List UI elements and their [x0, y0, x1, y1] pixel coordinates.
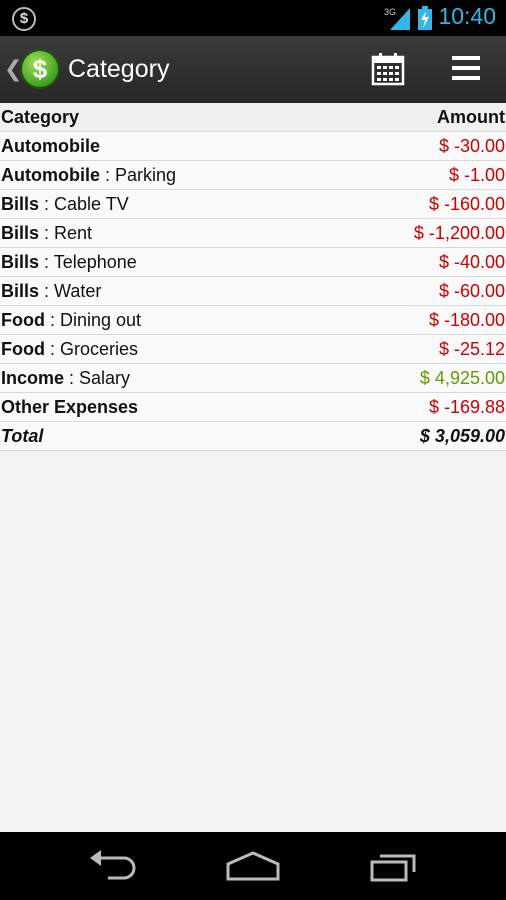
amount: $ -1.00 [448, 165, 505, 185]
category-sub: : Telephone [39, 252, 137, 272]
amount: $ -169.88 [428, 397, 505, 417]
category-sub: : Dining out [44, 310, 142, 330]
table-row[interactable]: Bills : Cable TV $ -160.00 [0, 190, 506, 219]
network-type-label: 3G [384, 7, 396, 17]
amount: $ -30.00 [438, 136, 505, 156]
status-bar: $ 3G 10:40 [0, 0, 506, 36]
category-sub: : Cable TV [39, 194, 129, 214]
category-main: Food [1, 339, 45, 359]
action-bar: ❮ $ Category [0, 36, 506, 106]
total-amount: $ 3,059.00 [419, 426, 505, 446]
category-sub: : Parking [100, 165, 177, 185]
category-main: Bills [1, 281, 40, 301]
amount: $ -160.00 [428, 194, 505, 214]
signal-icon: 3G [384, 7, 410, 30]
category-main: Bills [1, 252, 40, 272]
category-main: Food [1, 310, 45, 330]
table-row[interactable]: Automobile $ -30.00 [0, 132, 506, 161]
clock: 10:40 [438, 3, 496, 29]
amount: $ -1,200.00 [413, 223, 505, 243]
table-row[interactable]: Bills : Telephone $ -40.00 [0, 248, 506, 277]
header-amount: Amount [437, 107, 505, 127]
app-logo[interactable]: $ [20, 49, 60, 89]
table-row[interactable]: Other Expenses $ -169.88 [0, 393, 506, 422]
total-row: Total $ 3,059.00 [0, 422, 506, 451]
category-sub: : Rent [39, 223, 93, 243]
recent-apps-icon[interactable] [370, 850, 420, 882]
page-title: Category [68, 55, 170, 83]
category-sub: : Salary [64, 368, 131, 388]
amount: $ -25.12 [438, 339, 505, 359]
category-table: Category Amount Automobile $ -30.00 Auto… [0, 103, 506, 451]
category-main: Income [1, 368, 65, 388]
category-main: Other Expenses [1, 397, 139, 417]
table-row[interactable]: Bills : Rent $ -1,200.00 [0, 219, 506, 248]
category-sub: : Groceries [44, 339, 139, 359]
header-category: Category [1, 107, 80, 127]
amount: $ -40.00 [438, 252, 505, 272]
battery-icon [418, 6, 432, 30]
table-row[interactable]: Food : Groceries $ -25.12 [0, 335, 506, 364]
category-main: Bills [1, 223, 40, 243]
amount: $ 4,925.00 [419, 368, 505, 388]
home-icon[interactable] [226, 850, 280, 882]
navigation-bar [0, 832, 506, 900]
table-row[interactable]: Automobile : Parking $ -1.00 [0, 161, 506, 190]
table-header: Category Amount [0, 103, 506, 132]
amount: $ -60.00 [438, 281, 505, 301]
category-main: Automobile [1, 136, 100, 156]
category-main: Bills [1, 194, 40, 214]
total-label: Total [1, 426, 44, 446]
calendar-icon[interactable] [371, 52, 405, 86]
table-row[interactable]: Bills : Water $ -60.00 [0, 277, 506, 306]
category-main: Automobile [1, 165, 100, 185]
table-row[interactable]: Income : Salary $ 4,925.00 [0, 364, 506, 393]
menu-icon[interactable] [452, 56, 480, 82]
table-row[interactable]: Food : Dining out $ -180.00 [0, 306, 506, 335]
amount: $ -180.00 [428, 310, 505, 330]
dollar-icon: $ [12, 7, 36, 31]
category-sub: : Water [39, 281, 102, 301]
back-icon[interactable] [88, 850, 138, 882]
